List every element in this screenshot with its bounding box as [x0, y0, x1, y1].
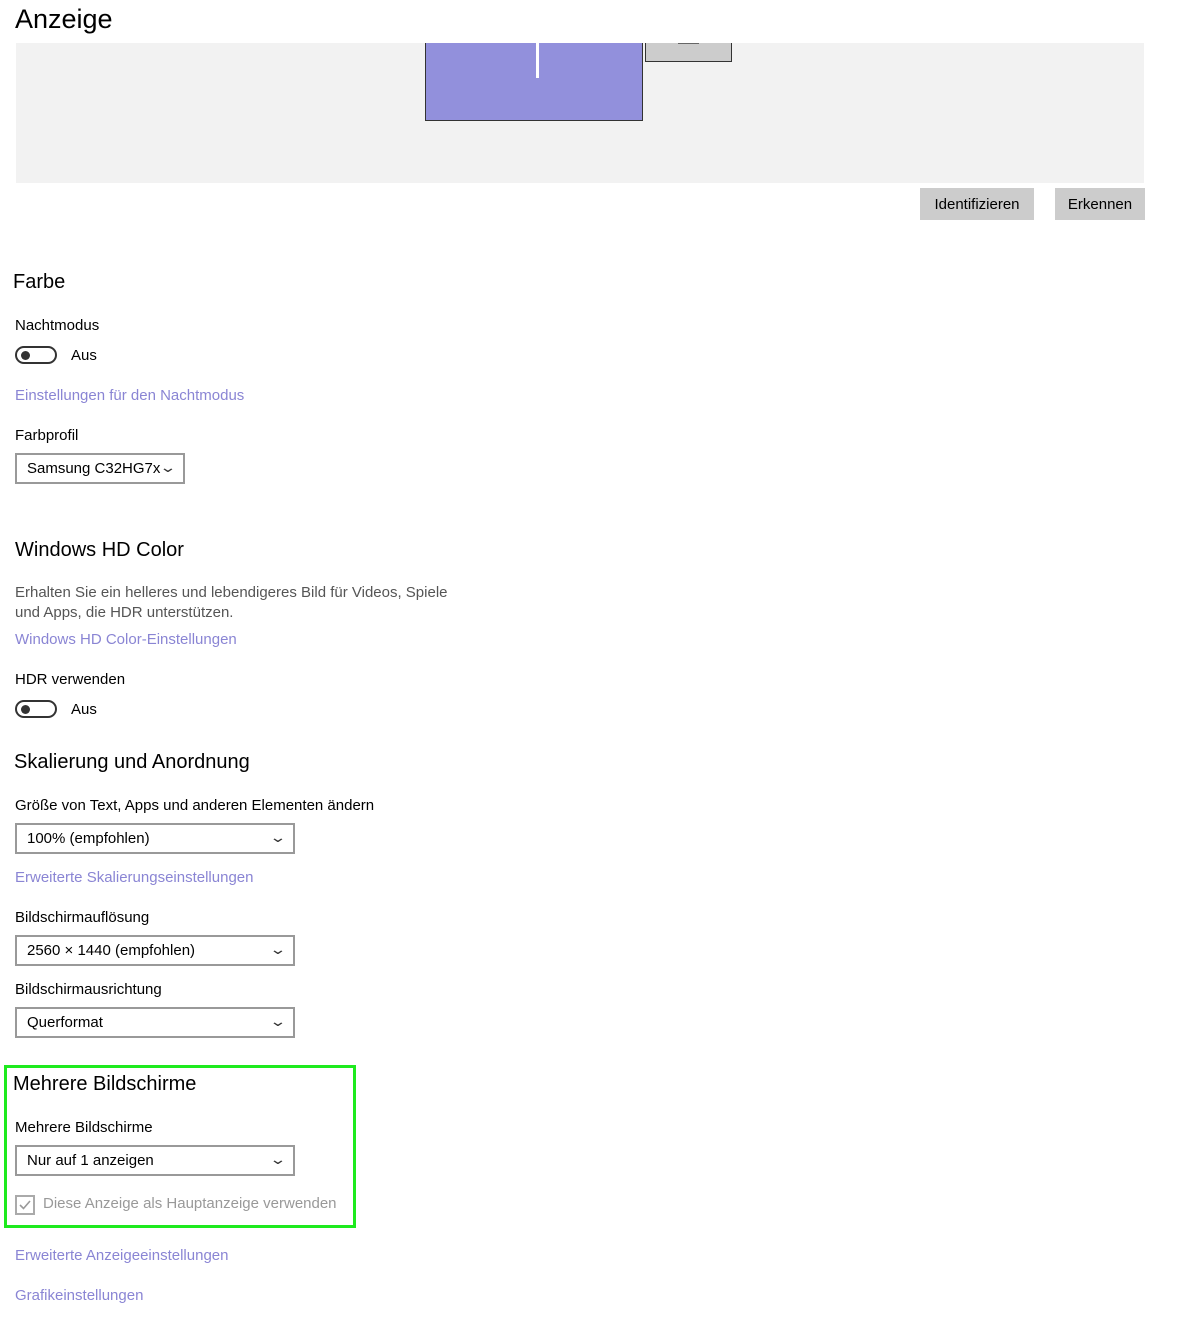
hdr-label: HDR verwenden [15, 671, 126, 688]
orientation-select[interactable]: Querformat ⌄ [15, 1007, 295, 1038]
advanced-scaling-link[interactable]: Erweiterte Skalierungseinstellungen [15, 869, 253, 886]
scale-label: Größe von Text, Apps und anderen Element… [15, 797, 375, 814]
multiple-displays-value: Nur auf 1 anzeigen [27, 1152, 154, 1169]
hdr-state: Aus [71, 701, 97, 718]
color-profile-value: Samsung C32HG7x [27, 460, 161, 477]
checkmark-icon [19, 1200, 31, 1210]
chevron-down-icon: ⌄ [269, 941, 287, 957]
hdr-toggle[interactable] [15, 700, 57, 718]
detect-button[interactable]: Erkennen [1055, 188, 1145, 220]
color-profile-select[interactable]: Samsung C32HG7x ⌄ [15, 453, 185, 484]
page-title: Anzeige [15, 4, 113, 34]
toggle-knob [21, 351, 30, 360]
chevron-down-icon: ⌄ [159, 459, 177, 475]
display-arrangement-preview[interactable] [16, 43, 1144, 183]
night-mode-toggle[interactable] [15, 346, 57, 364]
orientation-label: Bildschirmausrichtung [15, 981, 162, 998]
chevron-down-icon: ⌄ [269, 1013, 287, 1029]
monitor-2-tile[interactable] [645, 43, 732, 62]
advanced-display-settings-link[interactable]: Erweiterte Anzeigeeinstellungen [15, 1247, 228, 1264]
graphics-settings-link[interactable]: Grafikeinstellungen [15, 1287, 143, 1304]
monitor-2-number [678, 43, 699, 44]
identify-button[interactable]: Identifizieren [920, 188, 1034, 220]
chevron-down-icon: ⌄ [269, 829, 287, 845]
multiple-displays-select[interactable]: Nur auf 1 anzeigen ⌄ [15, 1145, 295, 1176]
color-heading: Farbe [13, 271, 66, 293]
resolution-label: Bildschirmauflösung [15, 909, 150, 926]
chevron-down-icon: ⌄ [269, 1151, 287, 1167]
hd-color-heading: Windows HD Color [15, 539, 184, 561]
orientation-value: Querformat [27, 1014, 103, 1031]
night-mode-settings-link[interactable]: Einstellungen für den Nachtmodus [15, 387, 244, 404]
toggle-knob [21, 705, 30, 714]
scaling-heading: Skalierung und Anordnung [14, 751, 250, 773]
resolution-select[interactable]: 2560 × 1440 (empfohlen) ⌄ [15, 935, 295, 966]
monitor-1-tile[interactable] [425, 43, 643, 121]
main-display-label: Diese Anzeige als Hauptanzeige verwenden [43, 1195, 337, 1212]
resolution-value: 2560 × 1440 (empfohlen) [27, 942, 196, 959]
monitor-1-number [536, 43, 539, 78]
scale-value: 100% (empfohlen) [27, 830, 150, 847]
multiple-displays-heading: Mehrere Bildschirme [13, 1073, 197, 1095]
color-profile-label: Farbprofil [15, 427, 79, 444]
night-mode-state: Aus [71, 347, 97, 364]
hd-color-description: Erhalten Sie ein helleres und lebendiger… [15, 584, 448, 621]
night-mode-label: Nachtmodus [15, 317, 100, 334]
scale-select[interactable]: 100% (empfohlen) ⌄ [15, 823, 295, 854]
main-display-checkbox[interactable] [15, 1195, 35, 1215]
hd-color-settings-link[interactable]: Windows HD Color-Einstellungen [15, 631, 237, 648]
multiple-displays-label: Mehrere Bildschirme [15, 1119, 153, 1136]
